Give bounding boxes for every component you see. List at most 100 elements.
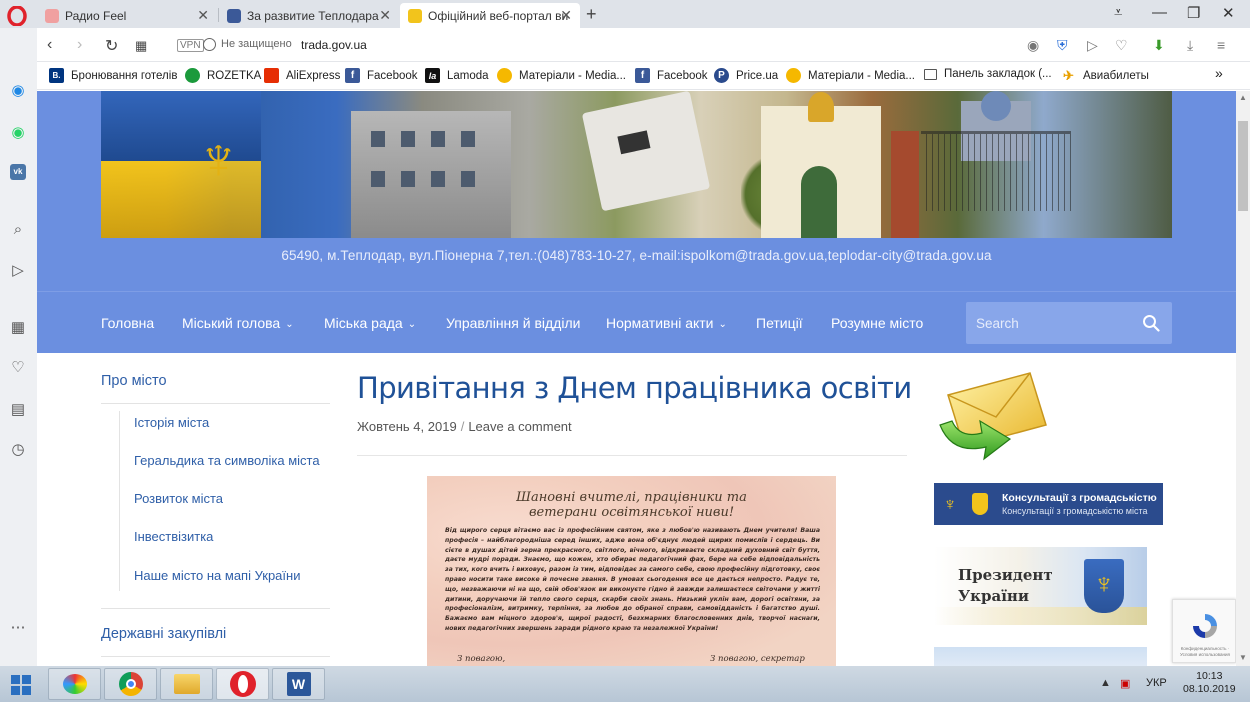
recaptcha-badge[interactable]: Конфиденциальность · Условия использован…: [1172, 599, 1236, 663]
history-clock-icon[interactable]: ◷: [9, 440, 27, 458]
divider: [101, 403, 330, 404]
nav-item-mayor[interactable]: Міський голова ⌄: [182, 315, 294, 331]
close-tab-icon[interactable]: ✕: [197, 7, 209, 24]
bookmark-booking[interactable]: B. Бронювання готелів: [49, 68, 177, 83]
minimize-icon[interactable]: —: [1152, 4, 1167, 21]
nav-city-on-map[interactable]: Наше місто на мапі України: [134, 568, 300, 583]
easy-setup-icon[interactable]: ≡: [1217, 37, 1225, 53]
bookmark-aviabilety[interactable]: ✈ Авиабилеты: [1061, 68, 1149, 83]
search-icon[interactable]: [1142, 314, 1160, 332]
post-date[interactable]: Жовтень 4, 2019: [357, 419, 457, 434]
speed-dial-sidebar-icon[interactable]: ▦: [9, 318, 27, 336]
download-extension-icon[interactable]: ⬇: [1153, 37, 1165, 54]
bookmark-media-2[interactable]: Матеріали - Media...: [786, 68, 915, 83]
bookmark-facebook-1[interactable]: f Facebook: [345, 68, 418, 83]
tab-menu-icon[interactable]: ⩡: [1114, 4, 1122, 21]
nav-item-departments[interactable]: Управління й відділи: [446, 315, 580, 331]
more-sidebar-icon[interactable]: ⋯: [9, 618, 27, 636]
coat-of-arms-favicon-icon: [408, 8, 422, 23]
adblock-shield-icon[interactable]: ⛨: [1057, 37, 1068, 54]
bookmark-rozetka[interactable]: ROZETKA: [185, 68, 261, 83]
camera-icon[interactable]: ◉: [1027, 37, 1039, 54]
nav-investment-card[interactable]: Інвествізитка: [134, 529, 213, 544]
leave-comment-link[interactable]: Leave a comment: [468, 419, 571, 434]
downloads-icon[interactable]: ⤓: [1187, 37, 1193, 54]
greeting-letter-image[interactable]: Шановні вчителі, працівники та ветерани …: [427, 476, 836, 666]
scroll-up-icon[interactable]: ▲: [1239, 93, 1247, 102]
taskbar-paint[interactable]: [48, 668, 101, 700]
url-field[interactable]: trada.gov.ua: [301, 38, 367, 52]
vk-icon[interactable]: vk: [9, 163, 27, 181]
public-consultation-banner[interactable]: ♆ Консультації з громадськістю Консульта…: [934, 483, 1163, 525]
bookmark-label: AliExpress: [286, 69, 341, 82]
bookmark-folder[interactable]: Панель закладок (...: [924, 68, 1052, 80]
opera-logo-icon[interactable]: [7, 6, 27, 26]
nav-label: Нормативні акти: [606, 315, 714, 331]
post-title[interactable]: Привітання з Днем працівника освіти: [357, 371, 912, 405]
folder-icon: [924, 68, 937, 80]
input-language[interactable]: УКР: [1146, 677, 1167, 689]
send-sidebar-icon[interactable]: ▷: [9, 261, 27, 279]
reload-icon[interactable]: ↻: [105, 36, 118, 56]
page-scrollbar[interactable]: ▲ ▼: [1236, 91, 1250, 666]
close-window-icon[interactable]: ✕: [1222, 4, 1235, 22]
nav-heraldry[interactable]: Геральдика та символіка міста: [134, 453, 320, 468]
chevron-down-icon: ⌄: [407, 319, 417, 330]
nav-item-city-council[interactable]: Міська рада ⌄: [324, 315, 416, 331]
nav-about-city[interactable]: Про місто: [101, 373, 167, 389]
radio-feel-favicon-icon: [45, 8, 59, 23]
tab-official-portal[interactable]: Офіційний веб-портал ви ✕: [400, 3, 580, 28]
taskbar-opera[interactable]: [216, 668, 269, 700]
news-icon[interactable]: ▤: [9, 400, 27, 418]
send-icon[interactable]: ▷: [1087, 37, 1098, 54]
scrollbar-thumb[interactable]: [1238, 121, 1248, 211]
search-input[interactable]: [966, 302, 1136, 344]
messenger-icon[interactable]: ◉: [9, 81, 27, 99]
whatsapp-icon[interactable]: ◉: [9, 123, 27, 141]
restore-icon[interactable]: ❐: [1187, 4, 1200, 22]
tab-radio-feel[interactable]: Радио Feel ✕: [37, 3, 217, 28]
show-hidden-icons-icon[interactable]: ▲: [1100, 677, 1111, 689]
sidebar-banner-partial[interactable]: [934, 647, 1147, 666]
bookmark-media-1[interactable]: Матеріали - Media...: [497, 68, 626, 83]
close-tab-icon[interactable]: ✕: [379, 7, 391, 24]
taskbar-chrome[interactable]: [104, 668, 157, 700]
speed-dial-icon[interactable]: ▦: [135, 38, 147, 54]
windows-start-icon[interactable]: [10, 674, 32, 696]
vpn-badge[interactable]: VPN: [177, 39, 204, 52]
network-status-icon[interactable]: ▣: [1120, 677, 1130, 690]
nav-item-petitions[interactable]: Петиції: [756, 315, 803, 331]
nav-city-history[interactable]: Історія міста: [134, 415, 209, 430]
bookmarks-heart-icon[interactable]: ♡: [9, 358, 27, 376]
site-search: [966, 302, 1172, 344]
nav-item-home[interactable]: Головна: [101, 315, 154, 331]
nav-item-smart-city[interactable]: Розумне місто: [831, 315, 923, 331]
president-of-ukraine-banner[interactable]: Президент України ♆: [934, 547, 1147, 625]
envelope-arrow-icon[interactable]: [934, 367, 1052, 463]
price-icon: P: [714, 68, 729, 83]
search-sidebar-icon[interactable]: ⌕: [9, 220, 27, 238]
security-status[interactable]: Не защищено: [221, 38, 292, 50]
heart-icon[interactable]: ♡: [1115, 37, 1128, 54]
nav-item-regulations[interactable]: Нормативні акти ⌄: [606, 315, 727, 331]
new-tab-button[interactable]: +: [586, 4, 597, 25]
site-header: ♆ 65490, м.Теплодар, вул.Піонерна 7,тел.…: [37, 91, 1236, 291]
nav-development[interactable]: Розвиток міста: [134, 491, 223, 506]
forward-icon[interactable]: ›: [77, 36, 82, 54]
bookmark-price[interactable]: P Price.ua: [714, 68, 778, 83]
bookmark-lamoda[interactable]: la Lamoda: [425, 68, 489, 83]
opera-sidebar: ◉ ◉ vk ⌕ ▷ ▦ ♡ ▤ ◷ ⋯: [0, 28, 37, 666]
bookmark-aliexpress[interactable]: AliExpress: [264, 68, 340, 83]
divider: [357, 455, 907, 456]
nav-public-procurement[interactable]: Державні закупівлі: [101, 626, 226, 642]
taskbar-file-explorer[interactable]: [160, 668, 213, 700]
bookmark-facebook-2[interactable]: f Facebook: [635, 68, 708, 83]
back-icon[interactable]: ‹: [47, 36, 52, 54]
more-bookmarks-button[interactable]: »: [1215, 65, 1223, 81]
close-tab-icon[interactable]: ✕: [560, 7, 572, 24]
scroll-down-icon[interactable]: ▼: [1239, 653, 1247, 662]
system-clock[interactable]: 10:13 08.10.2019: [1183, 670, 1236, 696]
tab-teplodar[interactable]: За развитие Теплодара ✕: [219, 3, 399, 28]
word-icon: W: [286, 672, 311, 696]
taskbar-word[interactable]: W: [272, 668, 325, 700]
